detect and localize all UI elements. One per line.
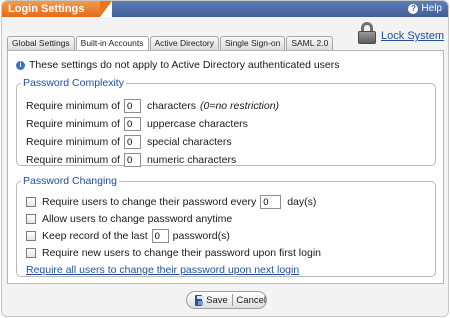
save-icon <box>195 294 205 306</box>
min-characters-note: (0=no restriction) <box>199 100 280 112</box>
change-every-checkbox[interactable] <box>26 197 36 207</box>
lock-system-link[interactable]: Lock System <box>381 30 444 42</box>
min-numeric-prefix: Require minimum of <box>26 154 120 166</box>
password-changing-group: Password Changing Require users to chang… <box>16 175 436 277</box>
keep-record-prefix: Keep record of the last <box>42 230 148 242</box>
min-uppercase-suffix: uppercase characters <box>146 118 248 130</box>
change-every-suffix: day(s) <box>287 196 317 208</box>
min-numeric-row: Require minimum of numeric characters <box>26 153 236 167</box>
min-characters-input[interactable] <box>123 99 141 113</box>
login-settings-window: Login Settings ? Help Lock System Global… <box>1 0 449 317</box>
save-button[interactable]: Save <box>206 295 228 306</box>
min-uppercase-prefix: Require minimum of <box>26 118 120 130</box>
window-title: Login Settings <box>8 3 85 15</box>
help-label: Help <box>421 3 442 14</box>
built-in-accounts-panel: i These settings do not apply to Active … <box>7 50 444 284</box>
info-notice-text: These settings do not apply to Active Di… <box>29 59 340 71</box>
cancel-button[interactable]: Cancel <box>236 295 266 306</box>
keep-record-suffix: password(s) <box>172 230 230 242</box>
keep-record-count-input[interactable] <box>151 229 169 243</box>
tab-built-in-accounts[interactable]: Built-in Accounts <box>75 36 149 51</box>
min-characters-suffix: characters <box>146 100 196 112</box>
change-every-row: Require users to change their password e… <box>26 195 316 209</box>
title-bar-right: ? Help <box>112 1 448 17</box>
first-login-label: Require new users to change their passwo… <box>42 247 321 259</box>
min-characters-row: Require minimum of characters (0=no rest… <box>26 99 279 113</box>
password-changing-legend: Password Changing <box>23 175 117 187</box>
lock-icon <box>357 22 377 44</box>
allow-anytime-row: Allow users to change password anytime <box>26 213 232 225</box>
password-complexity-legend: Password Complexity <box>23 77 124 89</box>
change-every-prefix: Require users to change their password e… <box>42 196 257 208</box>
min-uppercase-row: Require minimum of uppercase characters <box>26 117 248 131</box>
keep-record-checkbox[interactable] <box>26 231 36 241</box>
first-login-row: Require new users to change their passwo… <box>26 247 321 259</box>
tab-saml-2[interactable]: SAML 2.0 <box>286 36 334 50</box>
keep-record-row: Keep record of the last password(s) <box>26 229 230 243</box>
password-complexity-group: Password Complexity Require minimum of c… <box>16 77 436 167</box>
min-numeric-suffix: numeric characters <box>146 154 237 166</box>
min-characters-prefix: Require minimum of <box>26 100 120 112</box>
settings-tabs: Global Settings Built-in Accounts Active… <box>7 36 334 51</box>
help-button[interactable]: ? Help <box>408 3 442 14</box>
button-divider <box>231 294 233 306</box>
title-tab: Login Settings <box>2 1 112 17</box>
tab-active-directory[interactable]: Active Directory <box>149 36 220 50</box>
allow-anytime-checkbox[interactable] <box>26 214 36 224</box>
info-icon: i <box>16 60 25 70</box>
footer-actions: Save Cancel <box>186 291 267 309</box>
info-notice: i These settings do not apply to Active … <box>16 59 340 71</box>
min-special-row: Require minimum of special characters <box>26 135 232 149</box>
min-uppercase-input[interactable] <box>123 117 141 131</box>
lock-system[interactable]: Lock System <box>357 22 444 44</box>
min-special-input[interactable] <box>123 135 141 149</box>
help-icon: ? <box>408 3 419 14</box>
min-special-prefix: Require minimum of <box>26 136 120 148</box>
tab-global-settings[interactable]: Global Settings <box>7 36 75 50</box>
tab-single-sign-on[interactable]: Single Sign-on <box>220 36 286 50</box>
next-login-row: Require all users to change their passwo… <box>26 264 299 276</box>
require-next-login-link[interactable]: Require all users to change their passwo… <box>26 264 299 276</box>
allow-anytime-label: Allow users to change password anytime <box>42 213 233 225</box>
first-login-checkbox[interactable] <box>26 248 36 258</box>
min-numeric-input[interactable] <box>123 153 141 167</box>
change-every-days-input[interactable] <box>260 195 282 209</box>
titlebar: Login Settings ? Help <box>2 1 448 17</box>
min-special-suffix: special characters <box>146 136 232 148</box>
